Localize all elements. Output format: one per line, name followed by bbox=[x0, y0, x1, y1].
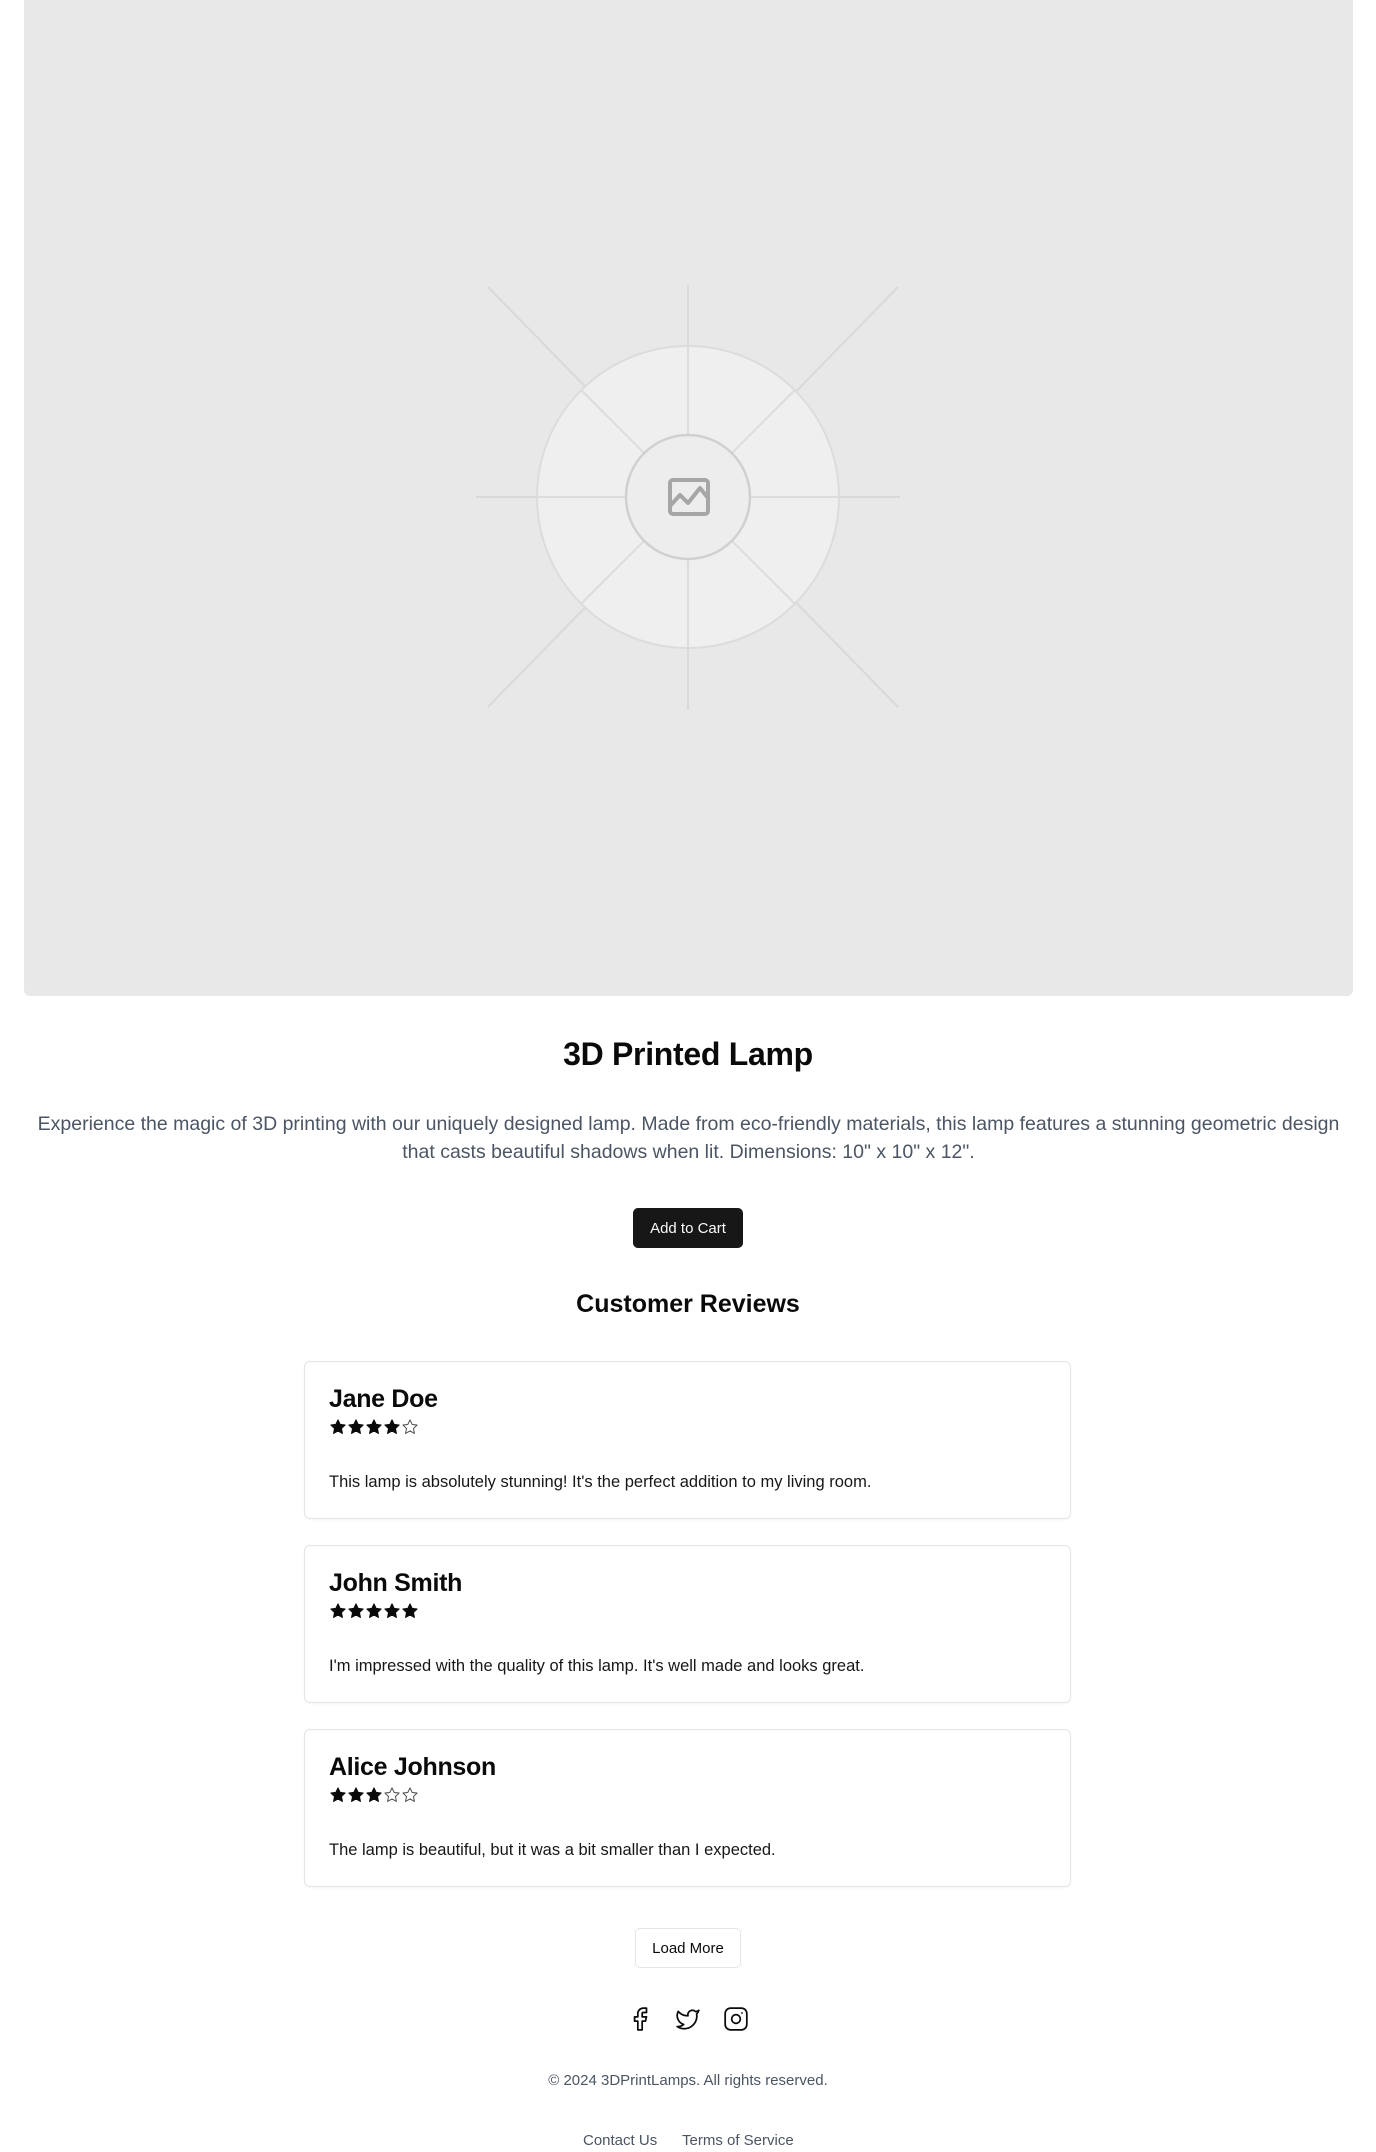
star-filled-icon bbox=[329, 1602, 347, 1620]
star-empty-icon bbox=[383, 1786, 401, 1804]
star-empty-icon bbox=[401, 1786, 419, 1804]
instagram-icon[interactable] bbox=[723, 2006, 749, 2032]
contact-us-link[interactable]: Contact Us bbox=[583, 2130, 657, 2152]
review-text: The lamp is beautiful, but it was a bit … bbox=[329, 1841, 776, 1859]
twitter-icon[interactable] bbox=[675, 2006, 701, 2032]
star-filled-icon bbox=[347, 1418, 365, 1436]
review-text: This lamp is absolutely stunning! It's t… bbox=[329, 1473, 872, 1491]
star-filled-icon bbox=[347, 1602, 365, 1620]
product-description: Experience the magic of 3D printing with… bbox=[37, 1113, 1340, 1163]
add-to-cart-button[interactable]: Add to Cart bbox=[633, 1208, 743, 1248]
review-card: Jane Doe This lamp is absolutely stunnin… bbox=[304, 1361, 1071, 1519]
reviewer-name: Jane Doe bbox=[329, 1385, 438, 1413]
review-card: Alice Johnson The lamp is beautiful, but… bbox=[304, 1729, 1071, 1887]
star-filled-icon bbox=[329, 1418, 347, 1436]
star-filled-icon bbox=[365, 1602, 383, 1620]
reviewer-name: John Smith bbox=[329, 1569, 463, 1597]
star-filled-icon bbox=[365, 1418, 383, 1436]
terms-of-service-link[interactable]: Terms of Service bbox=[682, 2130, 794, 2152]
product-title: 3D Printed Lamp bbox=[563, 1036, 813, 1072]
star-rating bbox=[329, 1786, 419, 1804]
star-rating bbox=[329, 1602, 419, 1620]
star-rating bbox=[329, 1418, 419, 1436]
star-filled-icon bbox=[347, 1786, 365, 1804]
review-card: John Smith I'm impressed with the qualit… bbox=[304, 1545, 1071, 1703]
star-filled-icon bbox=[329, 1786, 347, 1804]
review-text: I'm impressed with the quality of this l… bbox=[329, 1657, 865, 1675]
copyright-text: © 2024 3DPrintLamps. All rights reserved… bbox=[548, 2072, 828, 2089]
star-filled-icon bbox=[365, 1786, 383, 1804]
facebook-icon[interactable] bbox=[627, 2006, 653, 2032]
product-image bbox=[24, 0, 1353, 996]
star-filled-icon bbox=[383, 1602, 401, 1620]
reviewer-name: Alice Johnson bbox=[329, 1753, 496, 1781]
reviews-heading: Customer Reviews bbox=[576, 1290, 800, 1318]
load-more-button[interactable]: Load More bbox=[635, 1928, 741, 1968]
star-empty-icon bbox=[401, 1418, 419, 1436]
star-filled-icon bbox=[383, 1418, 401, 1436]
star-filled-icon bbox=[401, 1602, 419, 1620]
